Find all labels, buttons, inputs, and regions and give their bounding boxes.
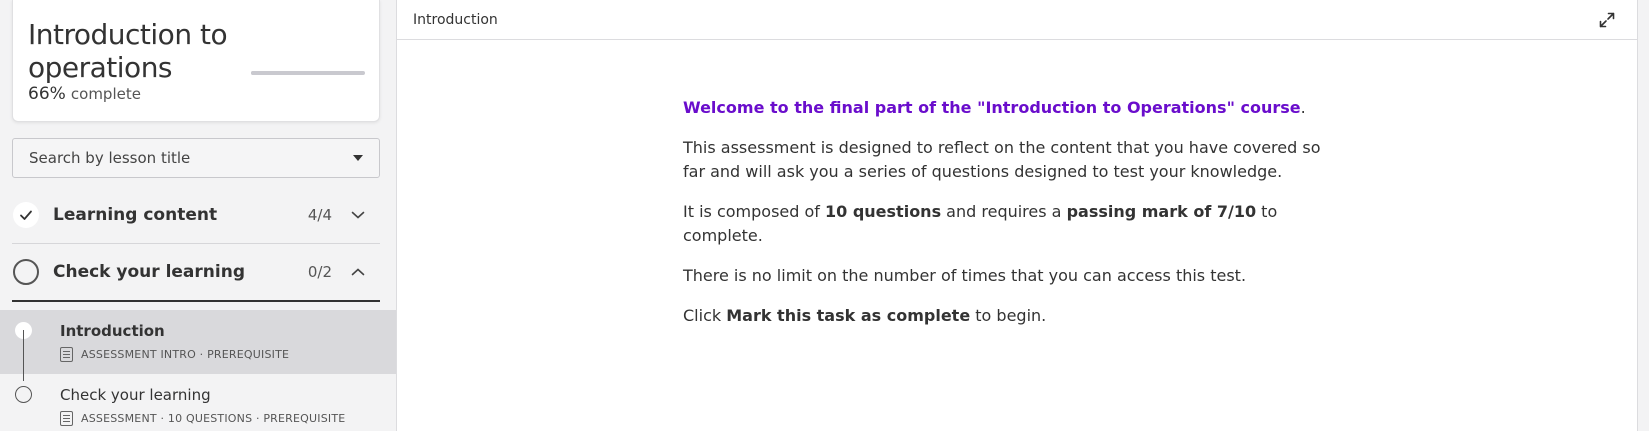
caret-down-icon [353, 155, 363, 161]
description-paragraph: This assessment is designed to reflect o… [683, 138, 1321, 181]
section-count: 4/4 [307, 205, 332, 224]
quiz-icon [60, 411, 73, 426]
section-check-your-learning[interactable]: Check your learning 0/2 [12, 244, 380, 302]
app: Introduction to operations 66% complete … [0, 0, 1649, 431]
text-run: to begin. [970, 306, 1047, 325]
instruction-paragraph: Click Mark this task as complete to begi… [683, 304, 1323, 328]
progress-text: 66% complete [28, 84, 141, 104]
welcome-end: . [1300, 98, 1306, 117]
section-learning-content[interactable]: Learning content 4/4 [12, 186, 380, 244]
progress-fill [251, 71, 327, 75]
section-count: 0/2 [307, 263, 332, 281]
incomplete-circle-icon [13, 259, 39, 285]
search-placeholder: Search by lesson title [29, 149, 191, 167]
text-run: It is composed of [683, 202, 825, 221]
passing-mark: passing mark of 7/10 [1066, 202, 1257, 221]
question-count: 10 questions [825, 202, 942, 221]
lesson-meta-text: ASSESSMENT · 10 QUESTIONS · PREREQUISITE [81, 412, 346, 425]
lesson-item-check-your-learning[interactable]: Check your learning ASSESSMENT · 10 QUES… [0, 374, 396, 431]
lesson-title: Introduction [60, 322, 165, 340]
sidebar: Introduction to operations 66% complete … [0, 0, 396, 431]
text-run: Click [683, 306, 727, 325]
course-card: Introduction to operations 66% complete [12, 0, 380, 122]
content-header: Introduction [397, 0, 1637, 40]
lesson-item-introduction[interactable]: Introduction ASSESSMENT INTRO · PREREQUI… [0, 310, 396, 374]
welcome-text: Welcome to the final part of the "Introd… [683, 98, 1301, 117]
limit-paragraph: There is no limit on the number of times… [683, 266, 1247, 285]
document-icon [60, 347, 73, 362]
progress-percent: 66% [28, 84, 66, 104]
lesson-body: Welcome to the final part of the "Introd… [683, 96, 1323, 344]
content-panel: Introduction Welcome to the final part o… [396, 0, 1638, 431]
composition-paragraph: It is composed of 10 questions and requi… [683, 200, 1323, 248]
check-icon [13, 201, 39, 228]
lesson-meta: ASSESSMENT INTRO · PREREQUISITE [60, 347, 289, 362]
lesson-meta-text: ASSESSMENT INTRO · PREREQUISITE [81, 348, 290, 361]
expand-icon[interactable] [1597, 10, 1617, 30]
chevron-down-icon [348, 205, 368, 225]
mark-complete-reference: Mark this task as complete [726, 306, 971, 325]
progress-bar [251, 71, 365, 75]
lesson-search-select[interactable]: Search by lesson title [12, 138, 380, 178]
chevron-up-icon [348, 262, 368, 282]
section-title: Check your learning [53, 262, 245, 282]
lesson-status-dot [15, 386, 32, 403]
text-run: and requires a [941, 202, 1067, 221]
lesson-title: Check your learning [60, 386, 211, 404]
page-scrollbar[interactable] [1638, 0, 1649, 431]
welcome-paragraph: Welcome to the final part of the "Introd… [683, 96, 1323, 120]
progress-label: complete [70, 85, 141, 103]
lesson-meta: ASSESSMENT · 10 QUESTIONS · PREREQUISITE [60, 411, 345, 426]
content-title: Introduction [413, 11, 498, 28]
section-title: Learning content [53, 204, 218, 225]
